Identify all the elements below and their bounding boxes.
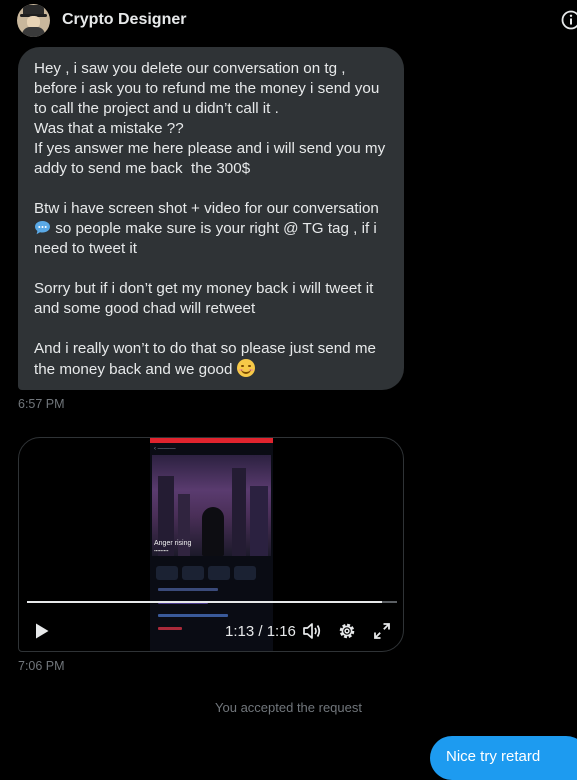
message-text: And i really won’t to do that so please … — [34, 340, 380, 378]
video-progress-fill — [27, 601, 382, 603]
message-timestamp: 6:57 PM — [18, 397, 65, 411]
info-icon[interactable] — [560, 8, 577, 32]
video-embedded-subtitle: ▪▪▪▪▪▪▪▪▪ — [154, 548, 168, 553]
message-paragraph: Btw i have screen shot + video for our c… — [34, 199, 388, 259]
video-progress-bar[interactable] — [27, 601, 397, 603]
video-embedded-title: Anger rising — [154, 540, 191, 547]
fullscreen-icon[interactable] — [373, 622, 391, 640]
outgoing-message-bubble[interactable]: Nice try retard — [430, 736, 577, 780]
video-timestamp: 7:06 PM — [18, 659, 65, 673]
smiling-face-emoji-icon — [237, 359, 255, 377]
avatar[interactable] — [17, 4, 50, 37]
message-paragraph: Hey , i saw you delete our conversation … — [34, 59, 388, 179]
gear-icon[interactable] — [337, 621, 357, 641]
message-paragraph: Sorry but if i don’t get my money back i… — [34, 279, 388, 319]
play-icon[interactable] — [33, 622, 51, 640]
message-paragraph: And i really won’t to do that so please … — [34, 339, 388, 380]
message-text: Btw i have screen shot + video for our c… — [34, 200, 383, 217]
back-arrow-icon: ‹ ——— — [154, 446, 176, 452]
video-app-icons — [156, 566, 268, 582]
video-message[interactable]: ‹ ——— Anger rising ▪▪▪▪▪▪▪▪▪ 1:13 / 1:16 — [18, 437, 404, 652]
video-time-display: 1:13 / 1:16 — [225, 623, 296, 640]
video-frame: ‹ ——— Anger rising ▪▪▪▪▪▪▪▪▪ — [150, 437, 273, 652]
contact-name[interactable]: Crypto Designer — [62, 11, 186, 29]
conversation-header: Crypto Designer — [0, 0, 577, 42]
message-text: so people make sure is your right @ TG t… — [34, 220, 381, 257]
incoming-message-bubble[interactable]: Hey , i saw you delete our conversation … — [18, 47, 404, 390]
outgoing-message-text: Nice try retard — [446, 748, 540, 765]
volume-icon[interactable] — [302, 622, 322, 640]
system-notice: You accepted the request — [0, 700, 577, 715]
speech-balloon-emoji-icon — [34, 220, 51, 234]
